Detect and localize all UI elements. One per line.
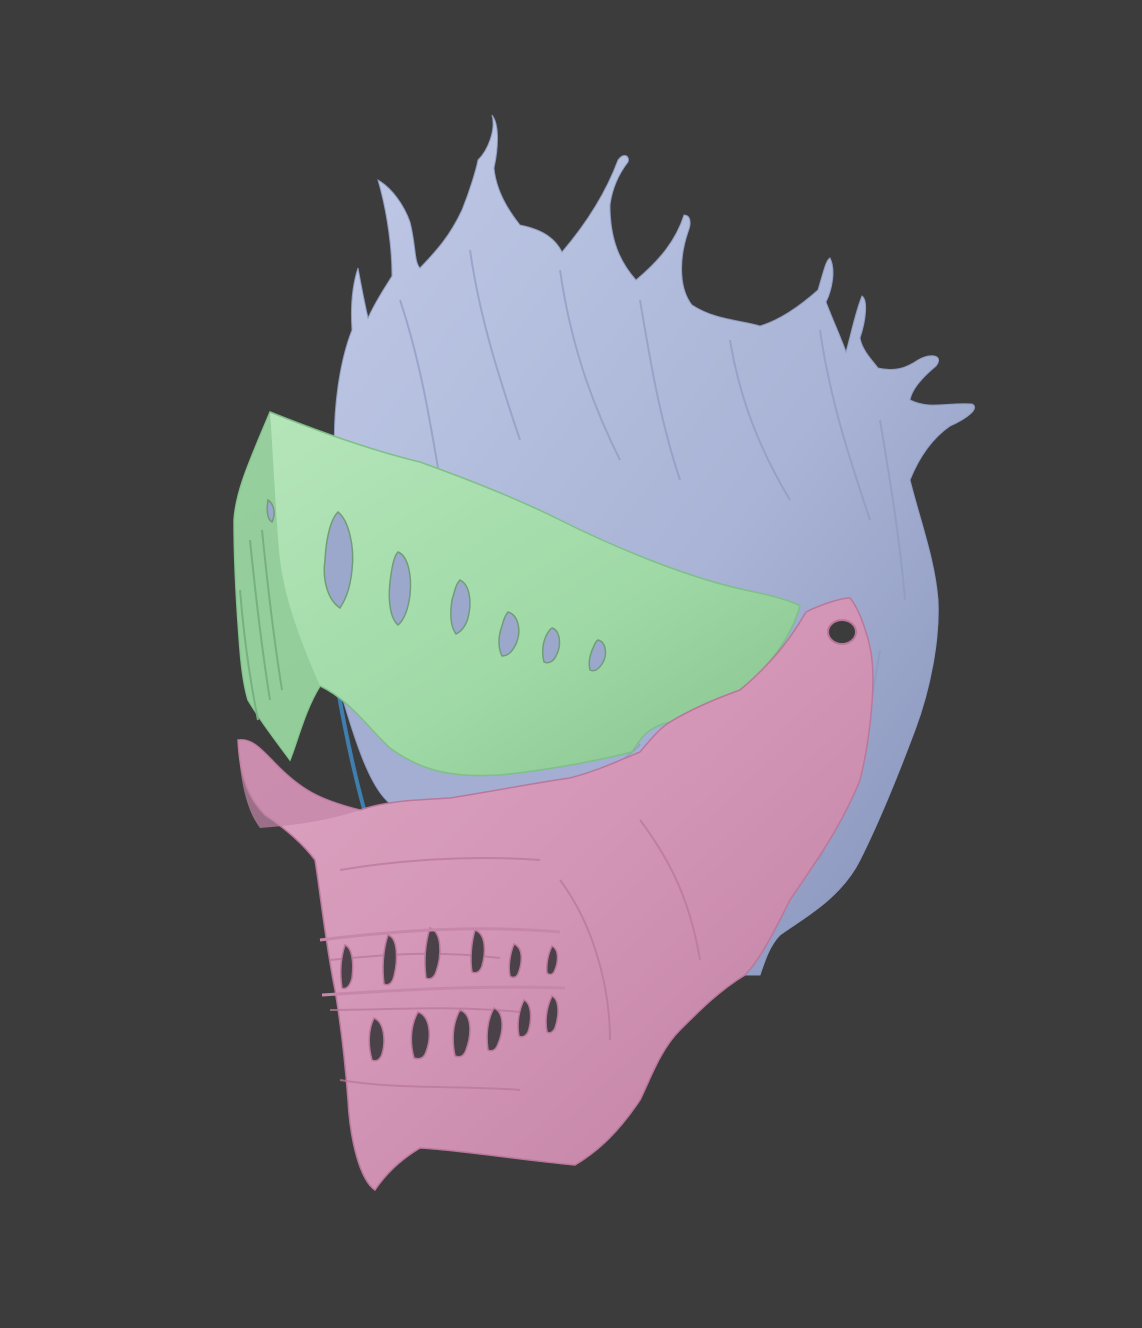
3d-viewport[interactable] bbox=[0, 0, 1142, 1328]
helmet-model bbox=[233, 114, 975, 1192]
hinge-hole bbox=[827, 619, 857, 645]
